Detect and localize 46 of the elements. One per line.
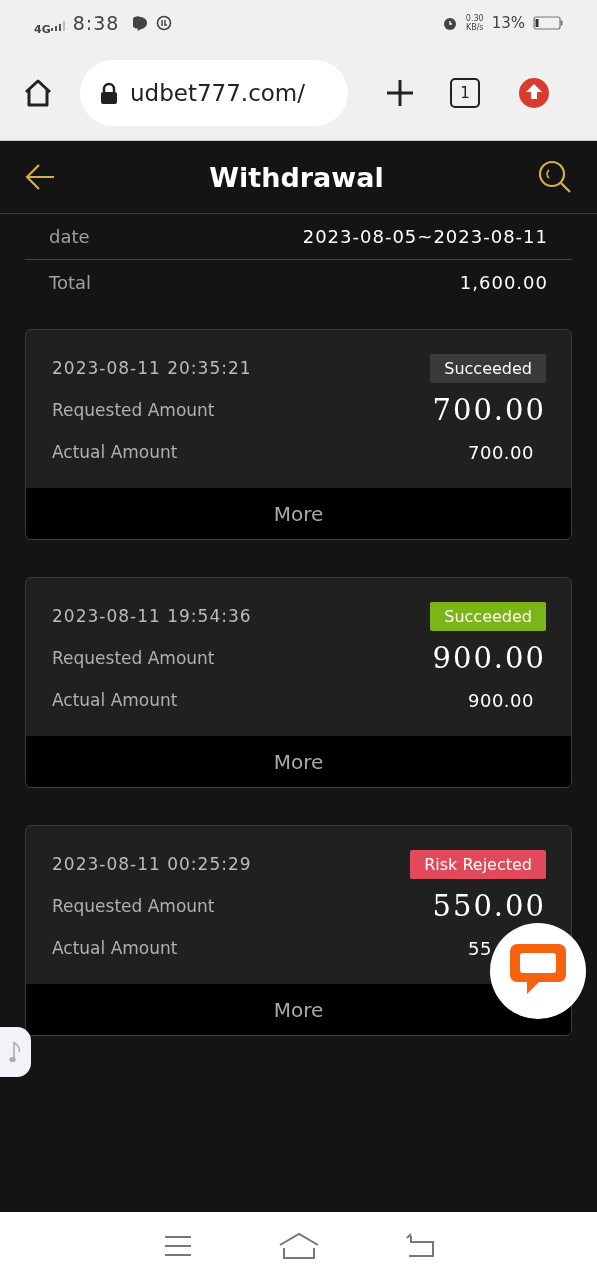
actual-amount: 700.00 bbox=[468, 441, 534, 463]
plus-icon[interactable] bbox=[386, 79, 414, 107]
page-title: Withdrawal bbox=[209, 161, 384, 193]
summary-label: date bbox=[49, 226, 90, 247]
record-time: 2023-08-11 19:54:36 bbox=[52, 606, 252, 626]
battery-percent: 13% bbox=[491, 14, 525, 32]
back-arrow-icon[interactable] bbox=[24, 163, 56, 191]
summary-label: Total bbox=[49, 272, 92, 293]
circle-badge-icon bbox=[156, 15, 173, 31]
upload-icon[interactable] bbox=[518, 77, 550, 109]
battery-icon bbox=[533, 16, 563, 30]
actual-label: Actual Amount bbox=[52, 938, 178, 958]
signal-icon bbox=[50, 21, 65, 31]
clock-time: 8:38 bbox=[72, 12, 120, 34]
actual-label: Actual Amount bbox=[52, 442, 178, 462]
record-time: 2023-08-11 20:35:21 bbox=[52, 358, 252, 378]
record-time: 2023-08-11 00:25:29 bbox=[52, 854, 252, 874]
tab-count-button[interactable]: 1 bbox=[450, 78, 480, 108]
music-note-icon bbox=[8, 1040, 23, 1064]
lock-icon bbox=[100, 82, 118, 104]
alarm-icon bbox=[441, 15, 458, 31]
requested-amount: 550.00 bbox=[432, 889, 546, 923]
network-type: 4G bbox=[34, 22, 51, 36]
summary-value: 2023-08-05~2023-08-11 bbox=[302, 226, 548, 247]
requested-amount: 700.00 bbox=[432, 393, 546, 427]
actual-amount: 900.00 bbox=[468, 689, 534, 711]
actual-amount: 55 bbox=[468, 937, 492, 959]
actual-label: Actual Amount bbox=[52, 690, 178, 710]
status-tag: Succeeded bbox=[430, 353, 546, 383]
address-bar[interactable]: udbet777.com/ bbox=[80, 60, 348, 126]
chat-bubble-icon bbox=[133, 15, 149, 31]
home-icon[interactable] bbox=[22, 77, 54, 109]
status-tag: Risk Rejected bbox=[410, 849, 546, 879]
url-text: udbet777.com/ bbox=[130, 80, 306, 106]
network-speed: 0.30 bbox=[465, 14, 484, 23]
requested-label: Requested Amount bbox=[52, 896, 215, 916]
requested-amount: 900.00 bbox=[432, 641, 546, 675]
search-icon[interactable] bbox=[537, 159, 573, 195]
back-icon[interactable] bbox=[404, 1233, 435, 1259]
speed-unit: KB/s bbox=[465, 23, 484, 32]
status-tag: Succeeded bbox=[430, 601, 546, 631]
requested-label: Requested Amount bbox=[52, 648, 215, 668]
menu-icon[interactable] bbox=[162, 1234, 193, 1258]
requested-label: Requested Amount bbox=[52, 400, 215, 420]
summary-value: 1,600.00 bbox=[459, 272, 548, 293]
music-toggle[interactable] bbox=[0, 1027, 31, 1077]
